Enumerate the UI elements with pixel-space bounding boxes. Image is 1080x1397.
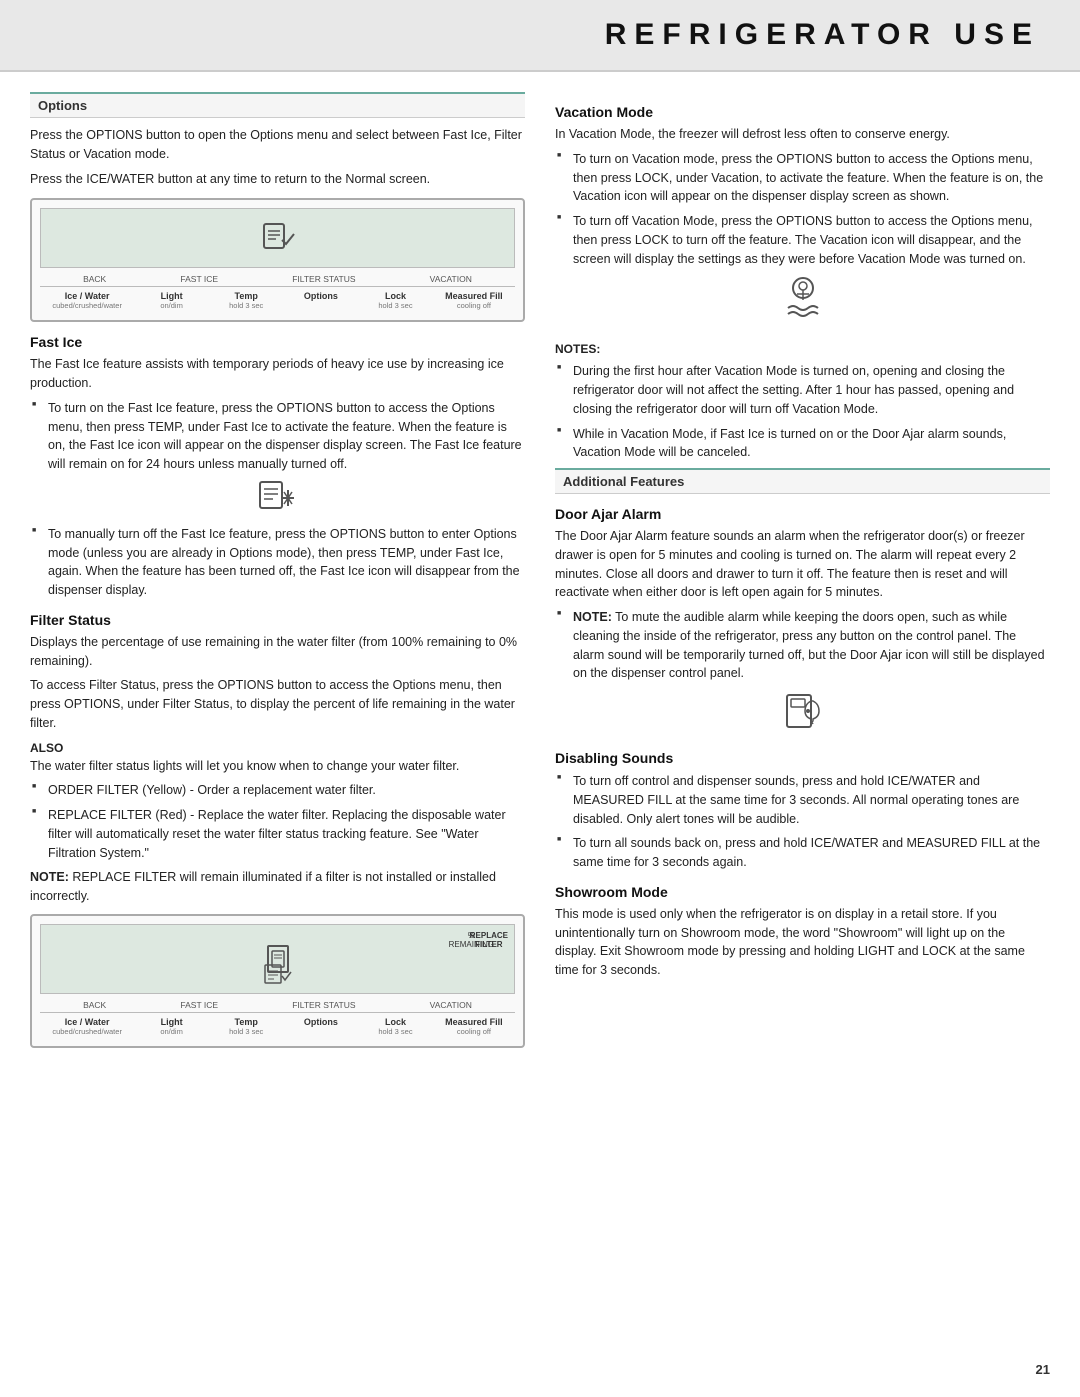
options-para2: Press the ICE/WATER button at any time t… — [30, 170, 525, 189]
vacation-note2: While in Vacation Mode, if Fast Ice is t… — [555, 425, 1050, 463]
door-ajar-bullet1: NOTE: To mute the audible alarm while ke… — [555, 608, 1050, 683]
panel2-buttons-row: Ice / Water cubed/crushed/water Light on… — [40, 1015, 515, 1038]
left-column: Options Press the OPTIONS button to open… — [30, 92, 525, 1058]
fast-ice-bullets2: To manually turn off the Fast Ice featur… — [30, 525, 525, 600]
panel2-btn-measuredfill: Measured Fill cooling off — [445, 1017, 503, 1036]
options-section-title: Options — [30, 92, 525, 118]
door-ajar-bullets: NOTE: To mute the audible alarm while ke… — [555, 608, 1050, 683]
panel2-label-filterstatus: FILTER STATUS — [292, 1000, 355, 1010]
filter-status-title: Filter Status — [30, 612, 525, 628]
filter-order-bullet: ORDER FILTER (Yellow) - Order a replacem… — [30, 781, 525, 800]
door-ajar-icon-area — [555, 691, 1050, 738]
fast-ice-icon-center — [30, 480, 525, 519]
page-number: 21 — [1036, 1362, 1050, 1377]
panel1-label-filterstatus: FILTER STATUS — [292, 274, 355, 284]
panel1-btn-measuredfill: Measured Fill cooling off — [445, 291, 503, 310]
panel2-btn-temp: Temp hold 3 sec — [221, 1017, 271, 1036]
panel1-screen — [40, 208, 515, 268]
panel1-btn-lock: Lock hold 3 sec — [371, 291, 421, 310]
options-para1: Press the OPTIONS button to open the Opt… — [30, 126, 525, 164]
panel1-buttons-row: Ice / Water cubed/crushed/water Light on… — [40, 289, 515, 312]
vacation-notes: During the first hour after Vacation Mod… — [555, 362, 1050, 462]
page-content: Options Press the OPTIONS button to open… — [0, 72, 1080, 1078]
vacation-bullet2: To turn off Vacation Mode, press the OPT… — [555, 212, 1050, 268]
replace-filter-label: REPLACE FILTER — [470, 931, 508, 949]
vacation-mode-intro: In Vacation Mode, the freezer will defro… — [555, 125, 1050, 144]
disabling-sounds-bullet2: To turn all sounds back on, press and ho… — [555, 834, 1050, 872]
page-title: REFRIGERATOR USE — [40, 18, 1040, 52]
notes-label: NOTES: — [555, 342, 600, 356]
panel1-label-fastice: FAST ICE — [180, 274, 218, 284]
panel1-labels-row: BACK FAST ICE FILTER STATUS VACATION — [40, 272, 515, 287]
filter-replace-bullet: REPLACE FILTER (Red) - Replace the water… — [30, 806, 525, 862]
panel2-btn-options: Options — [296, 1017, 346, 1036]
fast-ice-intro: The Fast Ice feature assists with tempor… — [30, 355, 525, 393]
panel2-fastice-icon — [264, 964, 292, 986]
panel2-label-vacation: VACATION — [430, 1000, 472, 1010]
vacation-icon-area — [555, 276, 1050, 333]
vacation-icon — [778, 276, 828, 326]
panel1-btn-temp: Temp hold 3 sec — [221, 291, 271, 310]
panel2-screen: % REMAINING REPLACE FILTER — [40, 924, 515, 994]
panel2-label-fastice: FAST ICE — [180, 1000, 218, 1010]
showroom-mode-para: This mode is used only when the refriger… — [555, 905, 1050, 980]
panel1-label-back: BACK — [83, 274, 106, 284]
vacation-bullet1: To turn on Vacation mode, press the OPTI… — [555, 150, 1050, 206]
also-block: ALSO The water filter status lights will… — [30, 741, 525, 776]
page-header: REFRIGERATOR USE — [0, 0, 1080, 72]
door-ajar-icon — [783, 691, 823, 731]
panel2-label-back: BACK — [83, 1000, 106, 1010]
filter-status-para1: Displays the percentage of use remaining… — [30, 633, 525, 671]
vacation-note1: During the first hour after Vacation Mod… — [555, 362, 1050, 418]
panel1-btn-options: Options — [296, 291, 346, 310]
filter-status-bullets: ORDER FILTER (Yellow) - Order a replacem… — [30, 781, 525, 862]
fast-ice-bullet1: To turn on the Fast Ice feature, press t… — [30, 399, 525, 474]
disabling-sounds-title: Disabling Sounds — [555, 750, 1050, 766]
also-text: The water filter status lights will let … — [30, 757, 525, 776]
fast-ice-bullets: To turn on the Fast Ice feature, press t… — [30, 399, 525, 474]
disabling-sounds-bullets: To turn off control and dispenser sounds… — [555, 772, 1050, 872]
fast-ice-title: Fast Ice — [30, 334, 525, 350]
fast-ice-bullet2: To manually turn off the Fast Ice featur… — [30, 525, 525, 600]
showroom-mode-title: Showroom Mode — [555, 884, 1050, 900]
vacation-mode-title: Vacation Mode — [555, 104, 1050, 120]
panel2-btn-icewater: Ice / Water cubed/crushed/water — [52, 1017, 122, 1036]
panel1-btn-icewater: Ice / Water cubed/crushed/water — [52, 291, 122, 310]
disabling-sounds-bullet1: To turn off control and dispenser sounds… — [555, 772, 1050, 828]
filter-status-para2: To access Filter Status, press the OPTIO… — [30, 676, 525, 732]
filter-note: NOTE: REPLACE FILTER will remain illumin… — [30, 868, 525, 906]
panel1-label-vacation: VACATION — [430, 274, 472, 284]
door-ajar-title: Door Ajar Alarm — [555, 506, 1050, 522]
panel2: % REMAINING REPLACE FILTER — [30, 914, 525, 1048]
vacation-mode-bullets: To turn on Vacation mode, press the OPTI… — [555, 150, 1050, 269]
additional-features-title: Additional Features — [555, 468, 1050, 494]
panel1: BACK FAST ICE FILTER STATUS VACATION Ice… — [30, 198, 525, 322]
right-column: Vacation Mode In Vacation Mode, the free… — [555, 92, 1050, 1058]
panel2-btn-lock: Lock hold 3 sec — [371, 1017, 421, 1036]
fast-ice-icon — [260, 222, 296, 254]
fast-ice-checklist-icon — [258, 480, 298, 516]
panel1-btn-light: Light on/dim — [147, 291, 197, 310]
door-ajar-para: The Door Ajar Alarm feature sounds an al… — [555, 527, 1050, 602]
panel2-btn-light: Light on/dim — [147, 1017, 197, 1036]
panel2-labels-row: BACK FAST ICE FILTER STATUS VACATION — [40, 998, 515, 1013]
also-label: ALSO — [30, 741, 525, 755]
